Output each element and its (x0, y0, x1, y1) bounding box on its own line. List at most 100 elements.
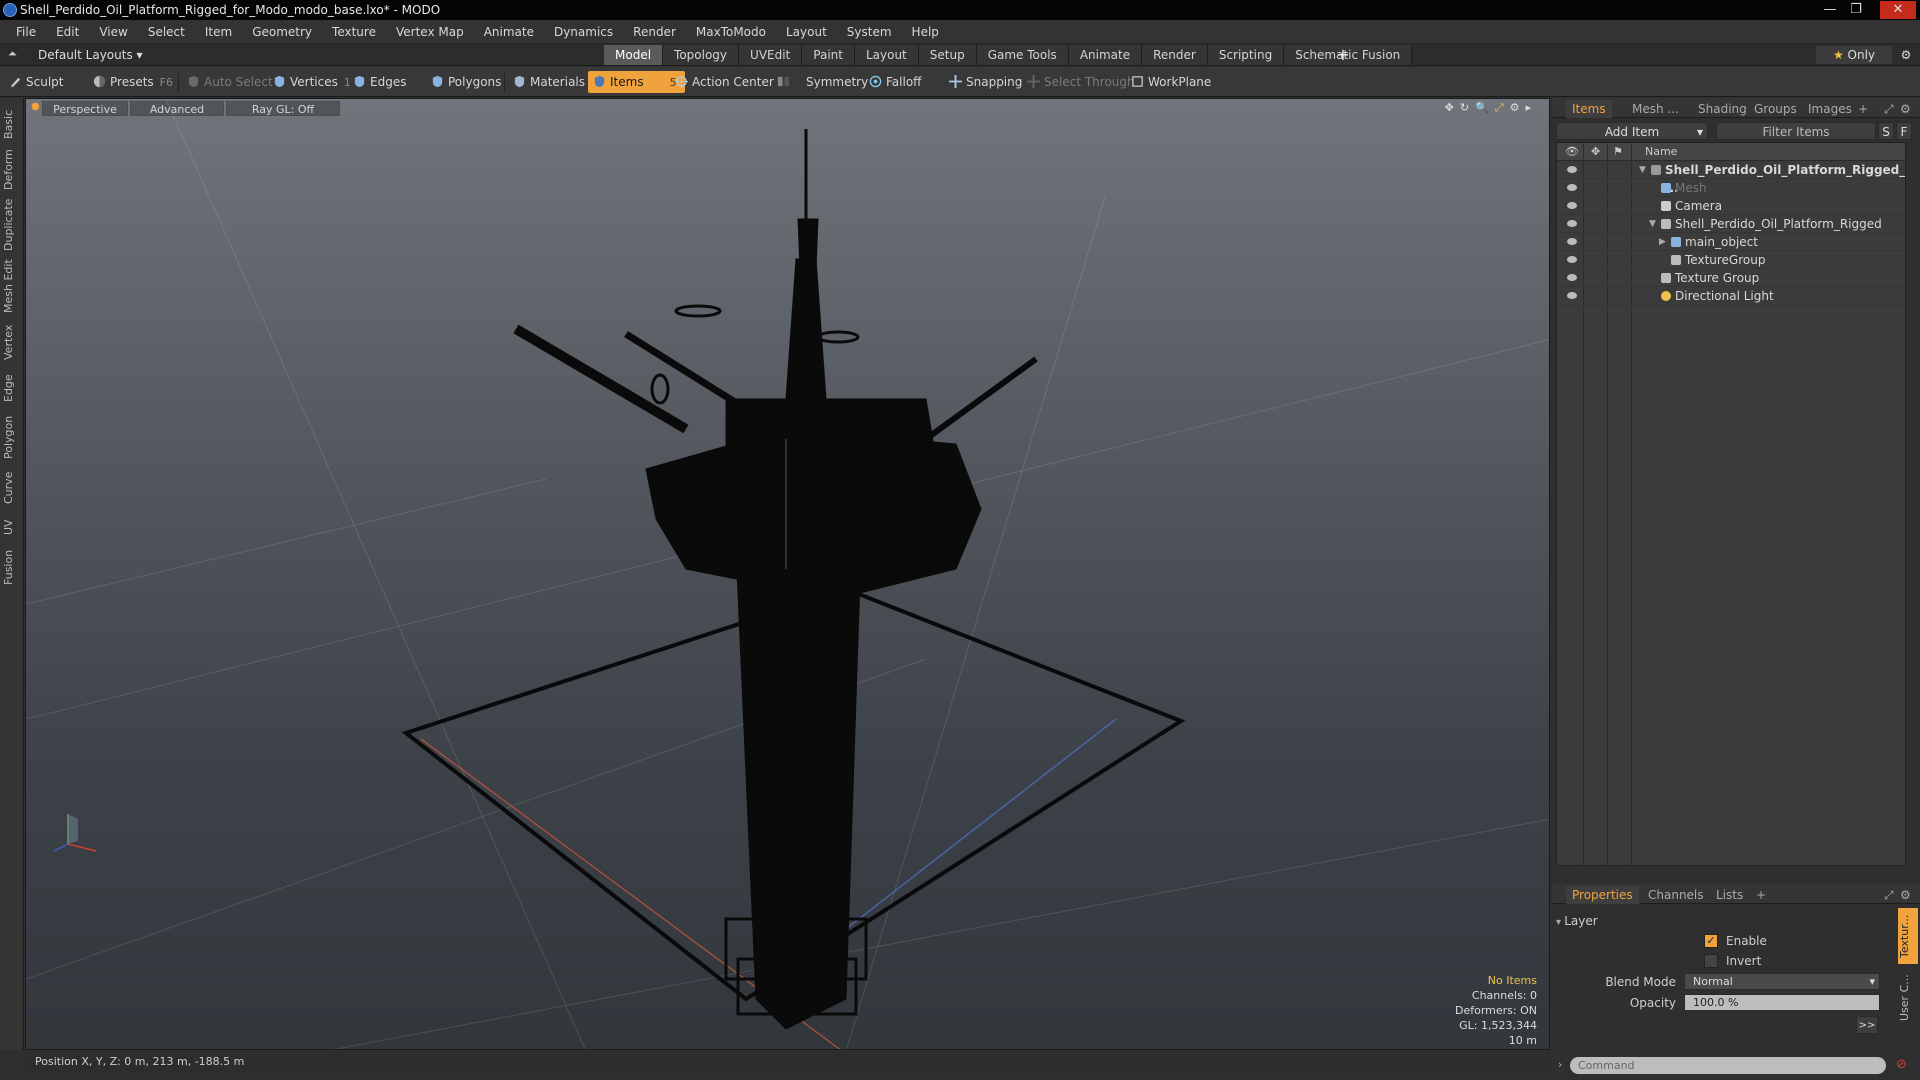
invert-checkbox[interactable] (1704, 954, 1718, 968)
sculpt-button[interactable]: Sculpt (4, 71, 63, 93)
tab-render[interactable]: Render (1142, 45, 1208, 65)
select-through-button[interactable]: Select Through (1022, 71, 1135, 93)
tab-user-channels[interactable]: User C... (1898, 970, 1918, 1026)
tree-row[interactable]: ▼ Shell_Perdido_Oil_Platform_Rigged (1557, 215, 1905, 233)
filter-f-button[interactable]: F (1896, 122, 1912, 140)
tab-mesh-edit[interactable]: Mesh Edit (2, 258, 22, 314)
falloff-button[interactable]: Falloff (864, 71, 921, 93)
tree-row[interactable]: Mesh (1557, 179, 1905, 197)
properties-gear-icon[interactable]: ⚙ (1894, 886, 1917, 904)
filter-items-field[interactable]: Filter Items (1716, 122, 1876, 140)
tab-scripting[interactable]: Scripting (1207, 45, 1285, 65)
eye-icon[interactable] (1567, 256, 1577, 263)
tab-properties[interactable]: Properties (1566, 886, 1639, 904)
name-column-header[interactable]: Name (1645, 143, 1677, 161)
tab-setup[interactable]: Setup (918, 45, 977, 65)
add-item-button[interactable]: Add Item ▾ (1556, 122, 1708, 140)
workplane-button[interactable]: WorkPlane (1126, 71, 1211, 93)
only-button[interactable]: ★ Only (1816, 46, 1892, 64)
tab-items[interactable]: Items (1566, 100, 1612, 118)
render-column-icon[interactable]: ⚑ (1613, 143, 1623, 161)
menu-item[interactable]: Item (195, 20, 242, 44)
menu-dynamics[interactable]: Dynamics (544, 20, 623, 44)
eye-icon[interactable] (1567, 166, 1577, 173)
vertices-button[interactable]: Vertices 1 (268, 71, 351, 93)
eye-icon[interactable] (1567, 292, 1577, 299)
tree-row[interactable]: Camera (1557, 197, 1905, 215)
tab-texture-layer[interactable]: Textur... (1898, 908, 1918, 964)
layer-section-header[interactable]: ▾ Layer (1556, 912, 1896, 930)
tree-row[interactable]: ▼ Shell_Perdido_Oil_Platform_Rigged_f ... (1557, 161, 1905, 195)
tab-uvedit[interactable]: UVEdit (739, 45, 803, 65)
opacity-input[interactable]: 100.0 % (1684, 994, 1880, 1011)
menu-animate[interactable]: Animate (474, 20, 544, 44)
menu-edit[interactable]: Edit (46, 20, 89, 44)
expand-toggle-icon[interactable]: ▼ (1649, 215, 1656, 233)
add-layout-tab-button[interactable]: + (1334, 45, 1352, 65)
more-button[interactable]: >> (1856, 1016, 1878, 1034)
tab-basic[interactable]: Basic (2, 106, 22, 142)
tab-layout[interactable]: Layout (854, 45, 919, 65)
eye-icon[interactable] (1567, 184, 1577, 191)
eye-icon[interactable] (1567, 220, 1577, 227)
menu-select[interactable]: Select (138, 20, 195, 44)
eye-icon[interactable] (1567, 274, 1577, 281)
tab-topology[interactable]: Topology (663, 45, 740, 65)
menu-geometry[interactable]: Geometry (242, 20, 322, 44)
command-input[interactable]: Command (1570, 1057, 1886, 1074)
symmetry-button[interactable]: Symmetry (772, 71, 868, 93)
command-clear-icon[interactable]: ⊘ (1896, 1057, 1907, 1072)
menu-texture[interactable]: Texture (322, 20, 386, 44)
close-button[interactable]: ✕ (1880, 1, 1916, 19)
filter-s-button[interactable]: S (1878, 122, 1894, 140)
tab-shading[interactable]: Shading (1692, 100, 1753, 118)
action-center-button[interactable]: Action Center (670, 71, 774, 93)
menu-system[interactable]: System (837, 20, 902, 44)
layout-selector[interactable]: Default Layouts ▾ (6, 46, 143, 64)
tab-model[interactable]: Model (604, 45, 664, 65)
eye-icon[interactable] (1567, 202, 1577, 209)
presets-button[interactable]: Presets F6 (88, 71, 173, 93)
tree-row[interactable]: TextureGroup (1557, 251, 1905, 269)
visibility-column-icon[interactable]: 👁 (1565, 143, 1579, 161)
lock-column-icon[interactable]: ✥ (1591, 143, 1600, 161)
eye-icon[interactable] (1567, 238, 1577, 245)
menu-view[interactable]: View (89, 20, 137, 44)
menu-render[interactable]: Render (623, 20, 686, 44)
menu-help[interactable]: Help (902, 20, 949, 44)
tab-game-tools[interactable]: Game Tools (976, 45, 1069, 65)
tab-groups[interactable]: Groups (1748, 100, 1803, 118)
tree-row[interactable]: Texture Group (1557, 269, 1905, 287)
tab-deform[interactable]: Deform (2, 148, 22, 192)
menu-maxtomodo[interactable]: MaxToModo (686, 20, 776, 44)
auto-select-button[interactable]: Auto Select (182, 71, 273, 93)
3d-viewport[interactable]: ● Perspective Advanced Ray GL: Off ✥ ↻ 🔍… (25, 98, 1550, 1050)
expand-toggle-icon[interactable]: ▼ (1639, 161, 1646, 179)
tab-animate[interactable]: Animate (1068, 45, 1143, 65)
tab-vertex[interactable]: Vertex (2, 320, 22, 364)
maximize-button[interactable]: ❐ (1844, 1, 1868, 19)
menu-layout[interactable]: Layout (776, 20, 837, 44)
tab-curve[interactable]: Curve (2, 468, 22, 508)
materials-button[interactable]: Materials (508, 71, 585, 93)
tab-mesh[interactable]: Mesh ... (1626, 100, 1685, 118)
tab-fusion[interactable]: Fusion (2, 546, 22, 588)
tab-uv[interactable]: UV (2, 514, 22, 540)
polygons-button[interactable]: Polygons (426, 71, 501, 93)
minimize-button[interactable]: — (1818, 1, 1842, 19)
menu-vertex-map[interactable]: Vertex Map (386, 20, 474, 44)
tab-duplicate[interactable]: Duplicate (2, 198, 22, 252)
enable-checkbox[interactable]: ✓ (1704, 934, 1718, 948)
tree-row[interactable]: ▶ main_object (1557, 233, 1905, 251)
tab-channels[interactable]: Channels (1642, 886, 1710, 904)
add-panel-tab-button[interactable]: + (1852, 100, 1874, 118)
expand-toggle-icon[interactable]: ▶ (1659, 233, 1666, 251)
gear-icon[interactable]: ⚙ (1896, 46, 1916, 64)
blend-mode-select[interactable]: Normal ▾ (1684, 973, 1880, 990)
tab-images[interactable]: Images (1802, 100, 1858, 118)
panel-gear-icon[interactable]: ⚙ (1894, 100, 1917, 118)
snapping-button[interactable]: Snapping (944, 71, 1022, 93)
tab-lists[interactable]: Lists (1710, 886, 1749, 904)
tab-paint[interactable]: Paint (802, 45, 855, 65)
tree-row[interactable]: Directional Light (1557, 287, 1905, 305)
